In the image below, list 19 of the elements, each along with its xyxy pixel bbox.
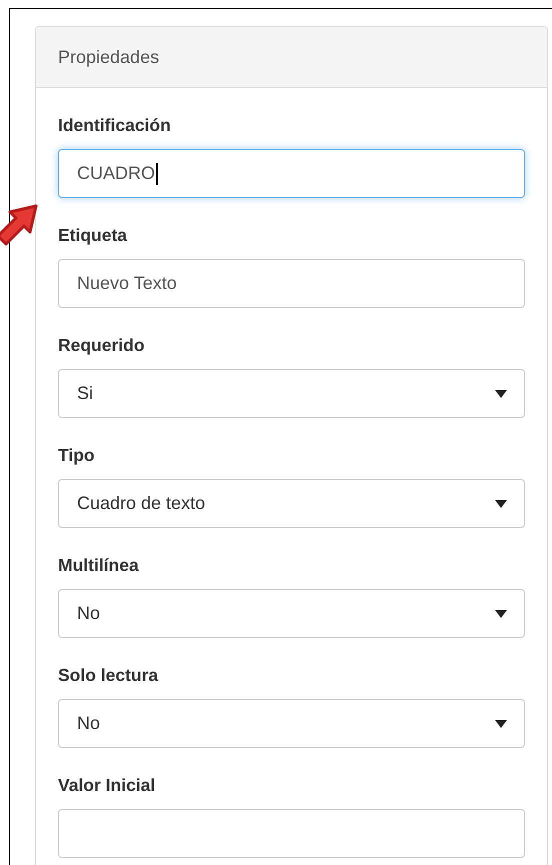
field-label: Valor Inicial: [58, 774, 156, 797]
panel-title: Propiedades: [58, 46, 160, 68]
field-label: Etiqueta: [58, 224, 128, 247]
input-field[interactable]: Nuevo Texto: [58, 259, 525, 308]
input-field[interactable]: CUADRO: [58, 149, 525, 198]
caret-icon: [495, 500, 507, 508]
field-label: Identificación: [58, 114, 171, 137]
select-field[interactable]: Si: [58, 369, 525, 418]
caret-icon: [495, 610, 507, 618]
field-label: Multilínea: [58, 554, 139, 577]
caret-icon: [495, 390, 507, 398]
input-field[interactable]: [58, 809, 525, 858]
field-label: Requerido: [58, 334, 145, 357]
field-label: Solo lectura: [58, 664, 158, 687]
select-field[interactable]: No: [58, 699, 525, 748]
field-label: Tipo: [58, 444, 95, 467]
select-field[interactable]: No: [58, 589, 525, 638]
select-field[interactable]: Cuadro de texto: [58, 479, 525, 528]
caret-icon: [495, 720, 507, 728]
